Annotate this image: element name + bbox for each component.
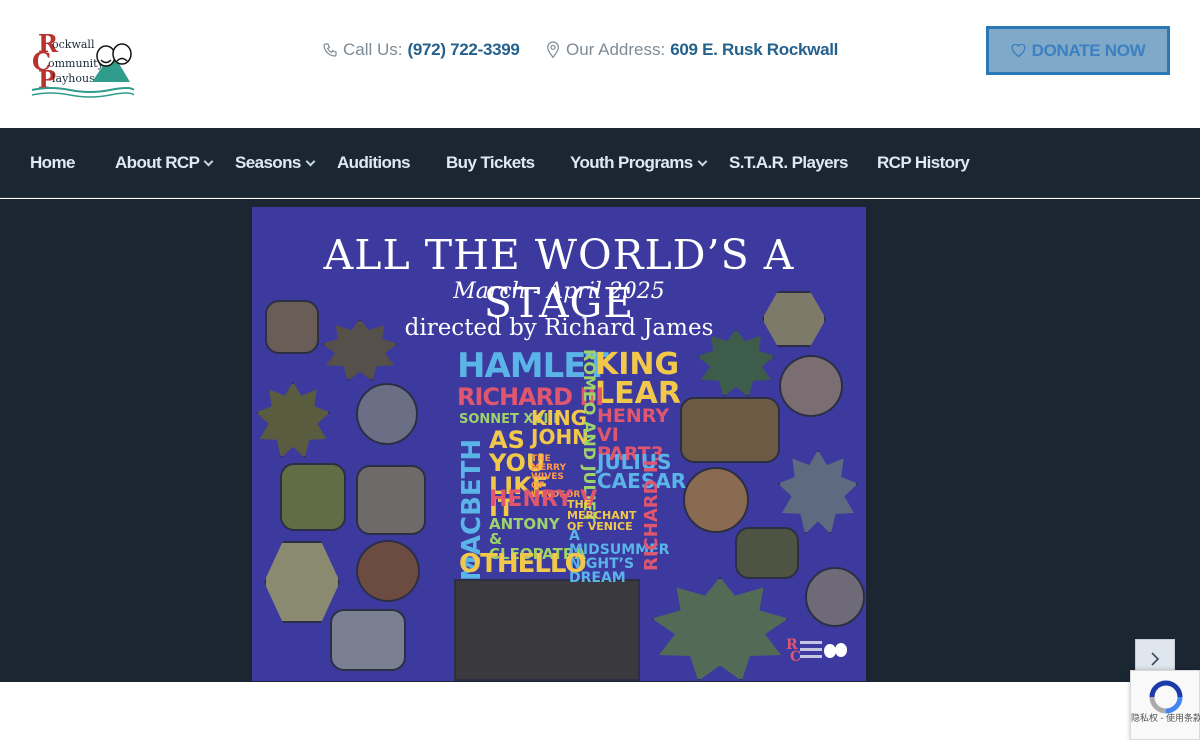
- svg-text:ommunity: ommunity: [48, 57, 105, 70]
- address-value: 609 E. Rusk Rockwall: [670, 40, 839, 59]
- show-poster[interactable]: ALL THE WORLD’S A STAGE March - April 20…: [252, 207, 866, 681]
- nav-label: Seasons: [235, 153, 301, 172]
- play-title: OTHELLO: [459, 549, 587, 579]
- nav-label: Home: [30, 153, 75, 172]
- cast-photo: [356, 540, 420, 602]
- cast-photo: [735, 527, 799, 579]
- cast-photo: [356, 465, 426, 535]
- site-logo[interactable]: R ockwall C ommunity P layhouse: [30, 29, 135, 100]
- address-label: Our Address:: [566, 40, 666, 59]
- svg-text:layhouse: layhouse: [52, 72, 101, 85]
- play-title: KING JOHN: [531, 406, 589, 449]
- phone-number[interactable]: (972) 722-3399: [408, 40, 520, 60]
- nav-label: RCP History: [877, 153, 970, 172]
- main-nav: Home About RCP Seasons Auditions Buy Tic…: [0, 128, 1200, 198]
- nav-label: Buy Tickets: [446, 153, 535, 172]
- donate-button[interactable]: DONATE NOW: [986, 26, 1170, 75]
- nav-label: About RCP: [115, 153, 200, 172]
- nav-label: Youth Programs: [570, 153, 693, 172]
- cast-photo: [264, 541, 340, 623]
- svg-text:ockwall: ockwall: [52, 38, 95, 51]
- cast-photo: [454, 579, 640, 681]
- play-title: RICHARD II: [641, 459, 662, 571]
- cast-photo: [256, 382, 330, 458]
- cast-photo: [280, 463, 346, 531]
- donate-label: DONATE NOW: [1031, 40, 1146, 60]
- nav-label: S.T.A.R. Players: [729, 153, 849, 172]
- nav-buy-tickets[interactable]: Buy Tickets: [446, 128, 535, 198]
- chevron-down-icon: [697, 156, 708, 166]
- play-titles-collage: HAMLET KING LEAR RICHARD III SONNET XVII…: [457, 347, 686, 585]
- nav-rcp-history[interactable]: RCP History: [877, 128, 970, 198]
- recaptcha-icon: [1149, 680, 1183, 714]
- cast-photo: [778, 450, 858, 534]
- nav-youth-programs[interactable]: Youth Programs: [570, 128, 708, 198]
- nav-label: Auditions: [337, 153, 411, 172]
- hero-slider: ALL THE WORLD’S A STAGE March - April 20…: [0, 199, 1200, 682]
- nav-auditions[interactable]: Auditions: [337, 128, 411, 198]
- cast-photo: [680, 397, 780, 463]
- phone-icon: [323, 43, 337, 57]
- cast-photo: [652, 577, 788, 681]
- call-us: Call Us: (972) 722-3399: [322, 40, 520, 60]
- map-pin-icon: [547, 41, 559, 59]
- site-header: R ockwall C ommunity P layhouse Call Us:…: [0, 0, 1200, 128]
- nav-seasons[interactable]: Seasons: [235, 128, 316, 198]
- play-title: KING LEAR: [595, 347, 681, 411]
- recaptcha-badge[interactable]: 隐私权 - 使用条款: [1130, 670, 1200, 740]
- svg-text:C: C: [790, 649, 801, 665]
- cast-photo: [779, 355, 843, 417]
- cast-photo: [330, 609, 406, 671]
- chevron-down-icon: [203, 156, 214, 166]
- recaptcha-terms[interactable]: 隐私权 - 使用条款: [1131, 711, 1200, 724]
- heart-icon: [1011, 43, 1026, 58]
- poster-logo: R C: [786, 635, 848, 665]
- our-address: Our Address: 609 E. Rusk Rockwall: [545, 40, 838, 60]
- cast-photo: [265, 300, 319, 354]
- call-label: Call Us:: [343, 40, 403, 59]
- cast-photo: [683, 467, 749, 533]
- nav-star-players[interactable]: S.T.A.R. Players: [729, 128, 849, 198]
- chevron-down-icon: [305, 156, 316, 166]
- cast-photo: [805, 567, 865, 627]
- chevron-right-icon: [1151, 652, 1160, 666]
- cast-photo: [356, 383, 418, 445]
- nav-about-rcp[interactable]: About RCP: [115, 128, 214, 198]
- nav-home[interactable]: Home: [30, 128, 75, 198]
